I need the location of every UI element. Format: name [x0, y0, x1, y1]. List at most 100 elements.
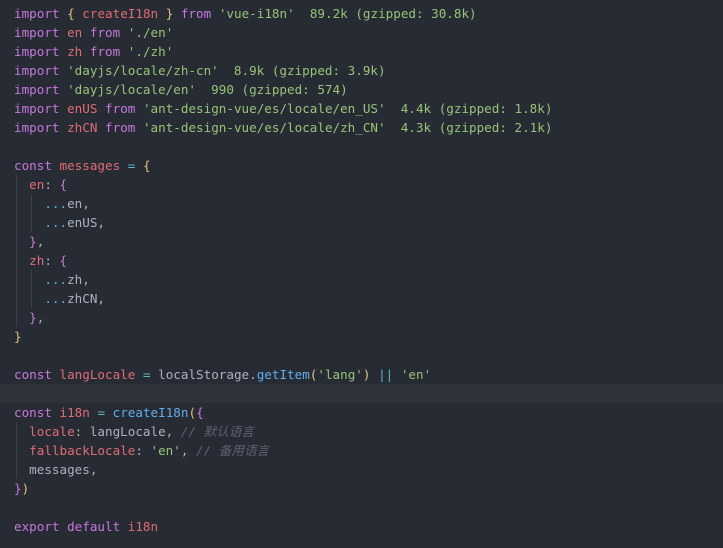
code-token: ) [21, 481, 30, 496]
code-token: ... [44, 272, 68, 287]
code-line[interactable]: const langLocale = localStorage.getItem(… [0, 365, 723, 384]
code-token: { [196, 405, 204, 420]
code-line[interactable]: import enUS from 'ant-design-vue/es/loca… [0, 99, 723, 118]
code-line[interactable]: const messages = { [0, 156, 723, 175]
code-line[interactable]: en: { [0, 175, 723, 194]
code-line[interactable]: } [0, 327, 723, 346]
code-line[interactable] [0, 384, 723, 403]
code-line[interactable]: import zh from './zh' [0, 42, 723, 61]
code-line[interactable] [0, 498, 723, 517]
code-line[interactable]: locale: langLocale, // 默认语言 [0, 422, 723, 441]
code-line[interactable]: ...zh, [0, 270, 723, 289]
code-token: import [14, 6, 60, 21]
code-token: 'ant-design-vue/es/locale/en_US' [142, 101, 386, 116]
code-token: 89.2k (gzipped: 30.8k) [309, 6, 477, 21]
code-token: default [67, 519, 121, 534]
code-token: zh [67, 44, 83, 59]
code-token: 'lang' [317, 367, 363, 382]
code-token: enUS [67, 101, 98, 116]
code-line[interactable]: const i18n = createI18n({ [0, 403, 723, 422]
code-token: export [14, 519, 60, 534]
code-line[interactable]: }, [0, 232, 723, 251]
code-line[interactable]: import 'dayjs/locale/en' 990 (gzipped: 5… [0, 80, 723, 99]
code-line[interactable]: import zhCN from 'ant-design-vue/es/loca… [0, 118, 723, 137]
code-token: from [89, 44, 121, 59]
code-line[interactable]: ...en, [0, 194, 723, 213]
code-token: { [142, 158, 151, 173]
code-token: } [29, 234, 37, 249]
indent-guide [16, 251, 17, 270]
code-token: { [59, 177, 68, 192]
code-token: { [59, 253, 68, 268]
code-token: 8.9k (gzipped: 3.9k) [233, 63, 386, 78]
code-line[interactable]: export default i18n [0, 517, 723, 536]
code-line[interactable]: messages, [0, 460, 723, 479]
indent-guide [16, 460, 17, 479]
code-token: const [14, 158, 52, 173]
code-token: } [29, 310, 37, 325]
code-token: langLocale [59, 367, 136, 382]
code-line[interactable]: ...zhCN, [0, 289, 723, 308]
code-token: from [105, 101, 136, 116]
code-line[interactable]: }, [0, 308, 723, 327]
code-token: createI18n [112, 405, 189, 420]
code-token: import [14, 101, 60, 116]
code-token: import [14, 82, 60, 97]
code-token: zhCN [67, 120, 98, 135]
code-token: = [142, 367, 151, 382]
code-token: 'dayjs/locale/en' [67, 82, 196, 97]
code-token: createI18n [82, 6, 159, 21]
code-token: 'en' [150, 443, 181, 458]
code-token: ... [44, 196, 68, 211]
code-token: import [14, 25, 60, 40]
code-token: getItem [256, 367, 310, 382]
code-token: { [67, 6, 75, 21]
code-token: ... [44, 215, 68, 230]
indent-guide [31, 194, 33, 213]
code-line[interactable]: import 'dayjs/locale/zh-cn' 8.9k (gzippe… [0, 61, 723, 80]
code-token: i18n [59, 405, 90, 420]
code-line[interactable] [0, 137, 723, 156]
code-editor[interactable]: import { createI18n } from 'vue-i18n' 89… [0, 0, 723, 548]
code-token: } [14, 329, 22, 344]
code-token: './en' [127, 25, 174, 40]
code-token: 990 (gzipped: 574) [211, 82, 348, 97]
code-token: import [14, 44, 60, 59]
code-line[interactable]: import en from './en' [0, 23, 723, 42]
code-line[interactable]: zh: { [0, 251, 723, 270]
code-token: zhCN, [67, 291, 106, 306]
code-token: 'dayjs/locale/zh-cn' [67, 63, 219, 78]
code-token: 4.4k (gzipped: 1.8k) [400, 101, 553, 116]
code-line[interactable]: fallbackLocale: 'en', // 备用语言 [0, 441, 723, 460]
code-token: ( [188, 405, 197, 420]
code-token: 'ant-design-vue/es/locale/zh_CN' [142, 120, 386, 135]
code-line[interactable] [0, 346, 723, 365]
indent-guide [16, 289, 17, 308]
code-area[interactable]: import { createI18n } from 'vue-i18n' 89… [0, 4, 723, 536]
indent-guide [16, 175, 17, 194]
code-token: || [378, 367, 394, 382]
code-token: zh, [67, 272, 90, 287]
code-token: : [135, 443, 151, 458]
code-line[interactable]: import { createI18n } from 'vue-i18n' 89… [0, 4, 723, 23]
code-line[interactable]: ...enUS, [0, 213, 723, 232]
code-line[interactable]: }) [0, 479, 723, 498]
code-token: fallbackLocale [29, 443, 136, 458]
